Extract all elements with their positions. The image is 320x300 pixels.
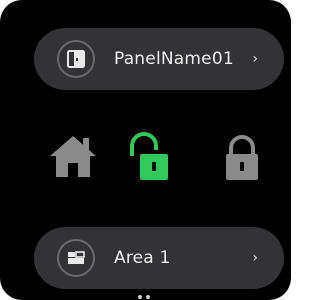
- home-mode-button[interactable]: [47, 132, 99, 182]
- panel-icon-badge: [57, 40, 95, 78]
- page-dot: [146, 295, 150, 299]
- unlocked-padlock-icon: [130, 132, 168, 180]
- chevron-right-icon: ›: [252, 51, 258, 67]
- chevron-right-icon: ›: [252, 250, 258, 266]
- page-dot: [138, 295, 142, 299]
- area-icon-badge: [57, 239, 95, 277]
- area-name-label: Area 1: [114, 248, 171, 268]
- page-indicator: [138, 295, 150, 299]
- panel-name-label: PanelName01: [114, 49, 234, 69]
- area-selector-button[interactable]: Area 1 ›: [34, 227, 284, 289]
- watch-screen: PanelName01 › Area 1 ›: [0, 0, 291, 300]
- locked-padlock-icon: [226, 135, 258, 180]
- panel-selector-button[interactable]: PanelName01 ›: [34, 28, 284, 90]
- panel-door-icon: [67, 50, 85, 68]
- arm-mode-button[interactable]: [222, 132, 262, 188]
- home-icon: [50, 136, 96, 177]
- area-floorplan-icon: [68, 251, 85, 264]
- disarm-mode-button[interactable]: [124, 132, 172, 188]
